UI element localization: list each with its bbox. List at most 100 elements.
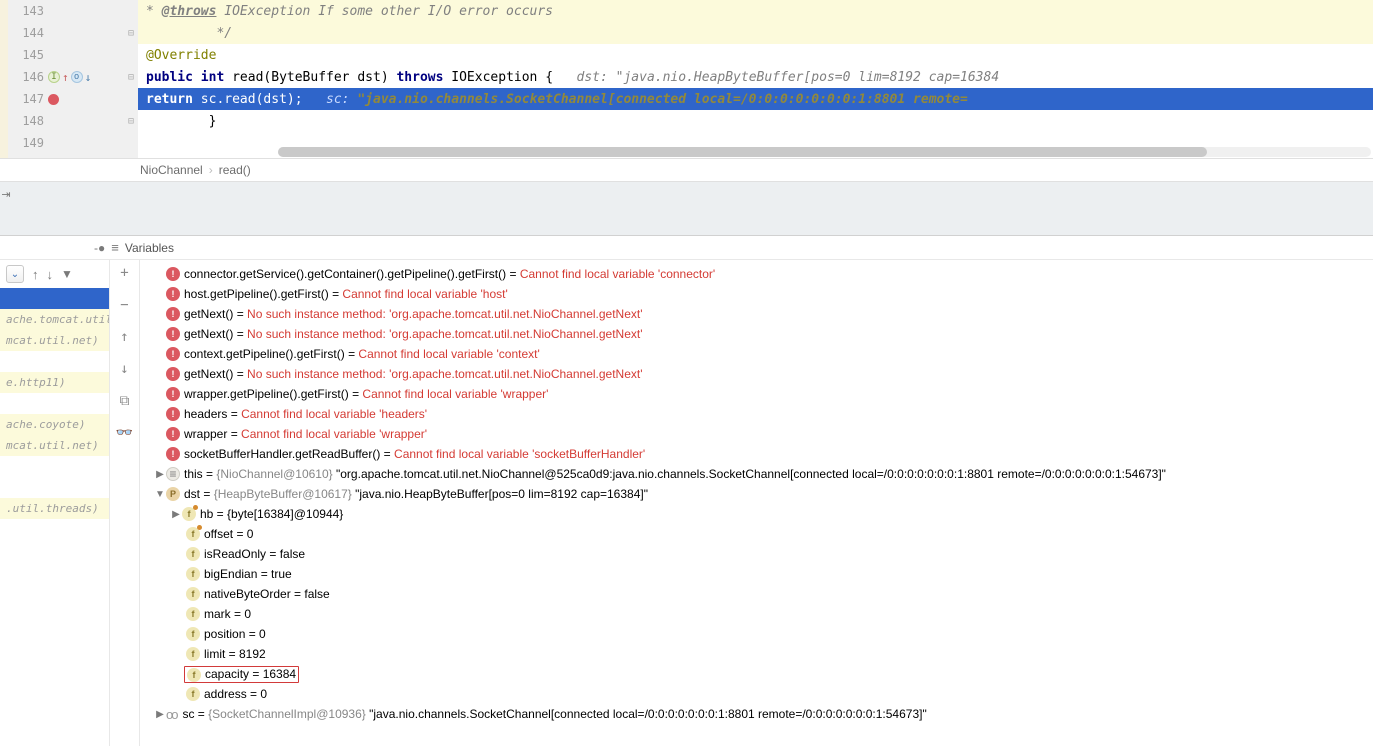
watch-row[interactable]: ▶!getNext() = No such instance method: '…: [144, 304, 1373, 324]
watch-error: Cannot find local variable 'headers': [241, 407, 427, 421]
variables-tree[interactable]: ▶!connector.getService().getContainer().…: [140, 260, 1373, 746]
field-row[interactable]: fmark = 0: [144, 604, 1373, 624]
field-badge-icon: f: [182, 507, 196, 521]
frame-row[interactable]: [0, 477, 109, 498]
var-value: "java.nio.channels.SocketChannel[connect…: [369, 707, 927, 721]
field-badge-icon: f: [186, 587, 200, 601]
error-badge-icon: !: [166, 267, 180, 281]
frame-row[interactable]: mcat.util.net): [0, 330, 109, 351]
field-text: capacity = 16384: [205, 667, 296, 681]
frame-row[interactable]: [0, 351, 109, 372]
fold-icon[interactable]: ⊟: [128, 116, 134, 127]
throws-type: IOException {: [451, 70, 553, 85]
line-number: 149: [14, 136, 44, 150]
watch-row[interactable]: ▶!headers = Cannot find local variable '…: [144, 404, 1373, 424]
frame-row[interactable]: [0, 393, 109, 414]
copy-button[interactable]: ⧉: [116, 392, 134, 410]
field-row[interactable]: foffset = 0: [144, 524, 1373, 544]
field-badge-icon: f: [186, 527, 200, 541]
watch-row[interactable]: ▶!getNext() = No such instance method: '…: [144, 364, 1373, 384]
watch-error: Cannot find local variable 'host': [342, 287, 507, 301]
prev-frame-icon[interactable]: ↑: [32, 267, 39, 282]
line-number: 144: [14, 26, 44, 40]
field-row[interactable]: fposition = 0: [144, 624, 1373, 644]
kw-public: public: [146, 70, 201, 85]
watch-expr: wrapper: [184, 427, 227, 441]
fold-icon[interactable]: ⊟: [128, 72, 134, 83]
var-dst[interactable]: ▼ P dst = {HeapByteBuffer@10617} "java.n…: [144, 484, 1373, 504]
breadcrumb[interactable]: NioChannel › read(): [0, 158, 1373, 182]
watch-expr: headers: [184, 407, 227, 421]
field-badge-icon: f: [186, 607, 200, 621]
kw-return: return: [146, 92, 201, 107]
frames-panel[interactable]: ⌄ ↑ ↓ ▼ ache.tomcat.util.mcat.util.net) …: [0, 260, 110, 746]
watch-row[interactable]: ▶!context.getPipeline().getFirst() = Can…: [144, 344, 1373, 364]
pin-icon[interactable]: -●: [94, 241, 105, 255]
var-this[interactable]: ▶ ≡ this = {NioChannel@10610} "org.apach…: [144, 464, 1373, 484]
error-badge-icon: !: [166, 327, 180, 341]
field-row[interactable]: flimit = 8192: [144, 644, 1373, 664]
expand-icon[interactable]: ▶: [170, 509, 182, 520]
variables-header[interactable]: -● ≡ Variables: [0, 236, 1373, 260]
field-row[interactable]: fcapacity = 16384: [144, 664, 1373, 684]
collapse-icon[interactable]: ⇥: [0, 188, 12, 206]
expand-icon[interactable]: ▶: [154, 709, 166, 720]
collapse-icon[interactable]: ▼: [154, 489, 166, 500]
override-up-icon[interactable]: ↑: [62, 71, 69, 84]
editor-gutter[interactable]: 143 144⊟ 145 146 I ↑ o ↓ ⊟ 147 148⊟ 149: [8, 0, 138, 158]
frame-row[interactable]: ache.tomcat.util.: [0, 309, 109, 330]
watch-row[interactable]: ▶!getNext() = No such instance method: '…: [144, 324, 1373, 344]
field-text: position = 0: [204, 627, 266, 641]
override-down-icon[interactable]: ↓: [85, 71, 92, 84]
add-watch-button[interactable]: +: [116, 264, 134, 282]
field-row[interactable]: fnativeByteOrder = false: [144, 584, 1373, 604]
tool-window-header[interactable]: ⇥: [0, 182, 1373, 236]
thread-combo[interactable]: ⌄: [6, 265, 24, 283]
expand-icon[interactable]: ▶: [154, 469, 166, 480]
fold-icon[interactable]: ⊟: [128, 28, 134, 39]
frame-row[interactable]: [0, 288, 109, 309]
var-value: "java.nio.HeapByteBuffer[pos=0 lim=8192 …: [355, 487, 648, 501]
breadcrumb-item[interactable]: NioChannel: [140, 163, 203, 177]
code-body[interactable]: * @throws IOException If some other I/O …: [138, 0, 1373, 158]
frame-row[interactable]: .util.threads): [0, 498, 109, 519]
field-row[interactable]: fisReadOnly = false: [144, 544, 1373, 564]
field-row[interactable]: ▶fhb = {byte[16384]@10944}: [144, 504, 1373, 524]
field-text: isReadOnly = false: [204, 547, 305, 561]
filter-icon[interactable]: ▼: [61, 267, 73, 281]
breadcrumb-sep-icon: ›: [209, 163, 213, 177]
settings-icon[interactable]: ≡: [111, 240, 119, 255]
frame-row[interactable]: mcat.util.net): [0, 435, 109, 456]
implements-icon[interactable]: I: [48, 71, 60, 83]
breakpoint-icon[interactable]: [48, 94, 59, 105]
field-row[interactable]: fbigEndian = true: [144, 564, 1373, 584]
up-button[interactable]: ↑: [116, 328, 134, 346]
next-frame-icon[interactable]: ↓: [47, 267, 54, 282]
scrollbar-thumb[interactable]: [278, 147, 1207, 157]
field-row[interactable]: faddress = 0: [144, 684, 1373, 704]
var-name: dst: [184, 487, 200, 501]
down-button[interactable]: ↓: [116, 360, 134, 378]
breadcrumb-item[interactable]: read(): [219, 163, 251, 177]
overridden-icon[interactable]: o: [71, 71, 83, 83]
var-type: {SocketChannelImpl@10936}: [208, 707, 366, 721]
glasses-icon[interactable]: 👓: [116, 424, 134, 442]
code-editor[interactable]: 143 144⊟ 145 146 I ↑ o ↓ ⊟ 147 148⊟ 149 …: [0, 0, 1373, 158]
watch-row[interactable]: ▶!wrapper = Cannot find local variable '…: [144, 424, 1373, 444]
gutter-icons[interactable]: I ↑ o ↓: [48, 71, 91, 84]
var-sc[interactable]: ▶ oo sc = {SocketChannelImpl@10936} "jav…: [144, 704, 1373, 724]
frame-row[interactable]: [0, 456, 109, 477]
watch-error: Cannot find local variable 'socketBuffer…: [394, 447, 645, 461]
watch-row[interactable]: ▶!connector.getService().getContainer().…: [144, 264, 1373, 284]
method-sig: read(ByteBuffer dst): [232, 70, 396, 85]
watch-row[interactable]: ▶!socketBufferHandler.getReadBuffer() = …: [144, 444, 1373, 464]
var-name: this: [184, 467, 203, 481]
frame-row[interactable]: ache.coyote): [0, 414, 109, 435]
brace-close: }: [146, 114, 216, 129]
run-margin: [0, 0, 8, 158]
frame-row[interactable]: e.http11): [0, 372, 109, 393]
remove-watch-button[interactable]: −: [116, 296, 134, 314]
horizontal-scrollbar[interactable]: [278, 147, 1371, 157]
watch-row[interactable]: ▶!host.getPipeline().getFirst() = Cannot…: [144, 284, 1373, 304]
watch-row[interactable]: ▶!wrapper.getPipeline().getFirst() = Can…: [144, 384, 1373, 404]
